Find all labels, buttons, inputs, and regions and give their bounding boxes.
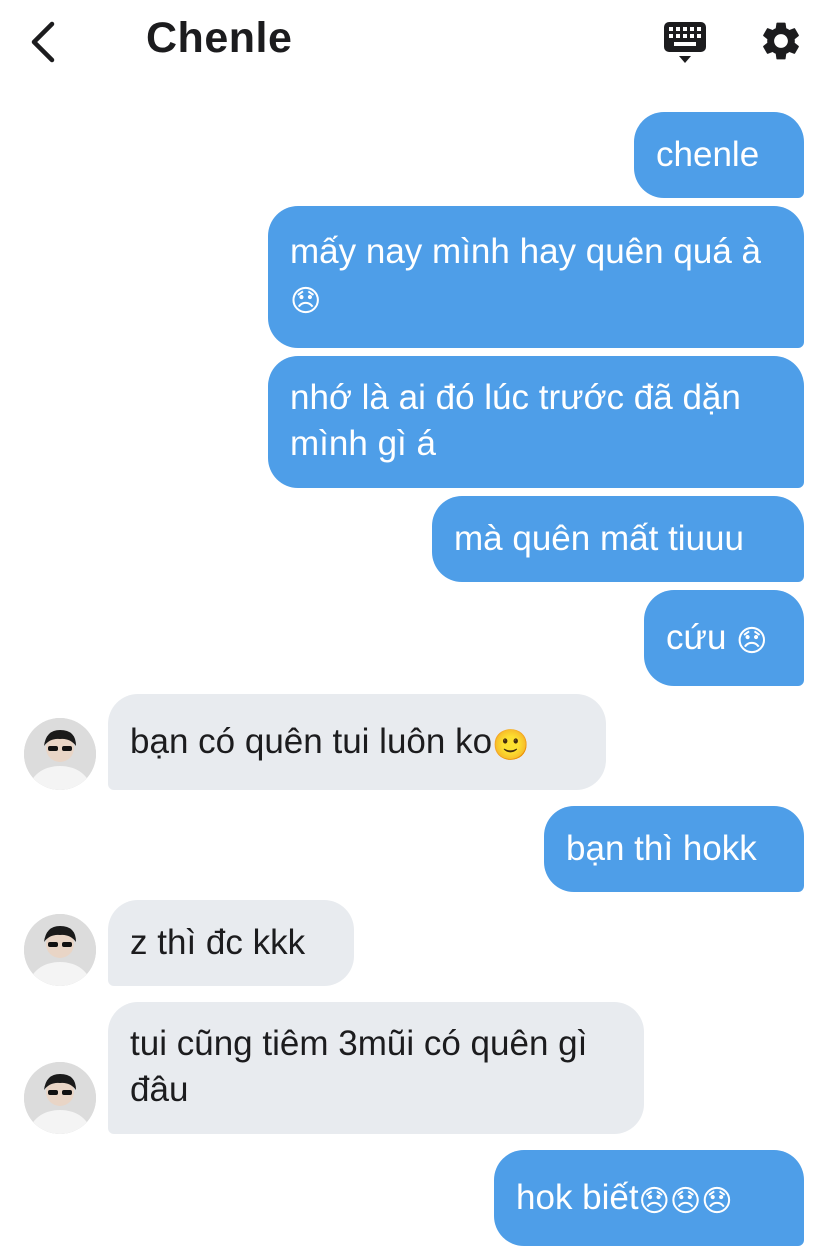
message-bubble-outgoing[interactable]: hok biết😞😞😞 (494, 1150, 804, 1246)
contact-avatar[interactable] (24, 1062, 96, 1134)
gear-icon (763, 22, 799, 60)
chat-header: Chenle (0, 0, 828, 86)
message-bubble-incoming[interactable]: z thì đc kkk (108, 900, 354, 986)
message-bubble-outgoing[interactable]: cứu 😞 (644, 590, 804, 686)
message-bubble-incoming[interactable]: tui cũng tiêm 3mũi có quên gì đâu (108, 1002, 644, 1134)
chevron-left-icon (31, 21, 55, 63)
avatar-photo (24, 718, 96, 790)
message-bubble-outgoing[interactable]: nhớ là ai đó lúc trước đã dặn mình gì á (268, 356, 804, 488)
chat-title: Chenle (146, 14, 293, 62)
message-text: mà quên mất tiuuu (454, 519, 744, 558)
message-text: hok biết😞😞😞 (516, 1178, 733, 1219)
keyboard-button[interactable] (660, 18, 710, 66)
message-text: mấy nay mình hay quên quá à😞 (290, 232, 761, 319)
avatar-photo (24, 914, 96, 986)
back-button[interactable] (26, 20, 66, 64)
message-text: nhớ là ai đó lúc trước đã dặn mình gì á (290, 378, 741, 463)
message-text: tui cũng tiêm 3mũi có quên gì đâu (130, 1024, 588, 1109)
keyboard-icon (664, 22, 706, 63)
message-text: bạn thì hokk (566, 829, 757, 868)
contact-avatar[interactable] (24, 718, 96, 790)
message-text: cứu 😞 (666, 618, 768, 659)
message-text: z thì đc kkk (130, 923, 306, 962)
avatar-photo (24, 1062, 96, 1134)
message-text: chenle (656, 135, 760, 174)
message-bubble-outgoing[interactable]: chenle (634, 112, 804, 198)
settings-button[interactable] (758, 18, 804, 64)
message-bubble-outgoing[interactable]: mà quên mất tiuuu (432, 496, 804, 582)
message-bubble-incoming[interactable]: bạn có quên tui luôn ko🙂 (108, 694, 606, 790)
message-bubble-outgoing[interactable]: bạn thì hokk (544, 806, 804, 892)
message-text: bạn có quên tui luôn ko🙂 (130, 722, 530, 763)
message-bubble-outgoing[interactable]: mấy nay mình hay quên quá à😞 (268, 206, 804, 348)
contact-avatar[interactable] (24, 914, 96, 986)
